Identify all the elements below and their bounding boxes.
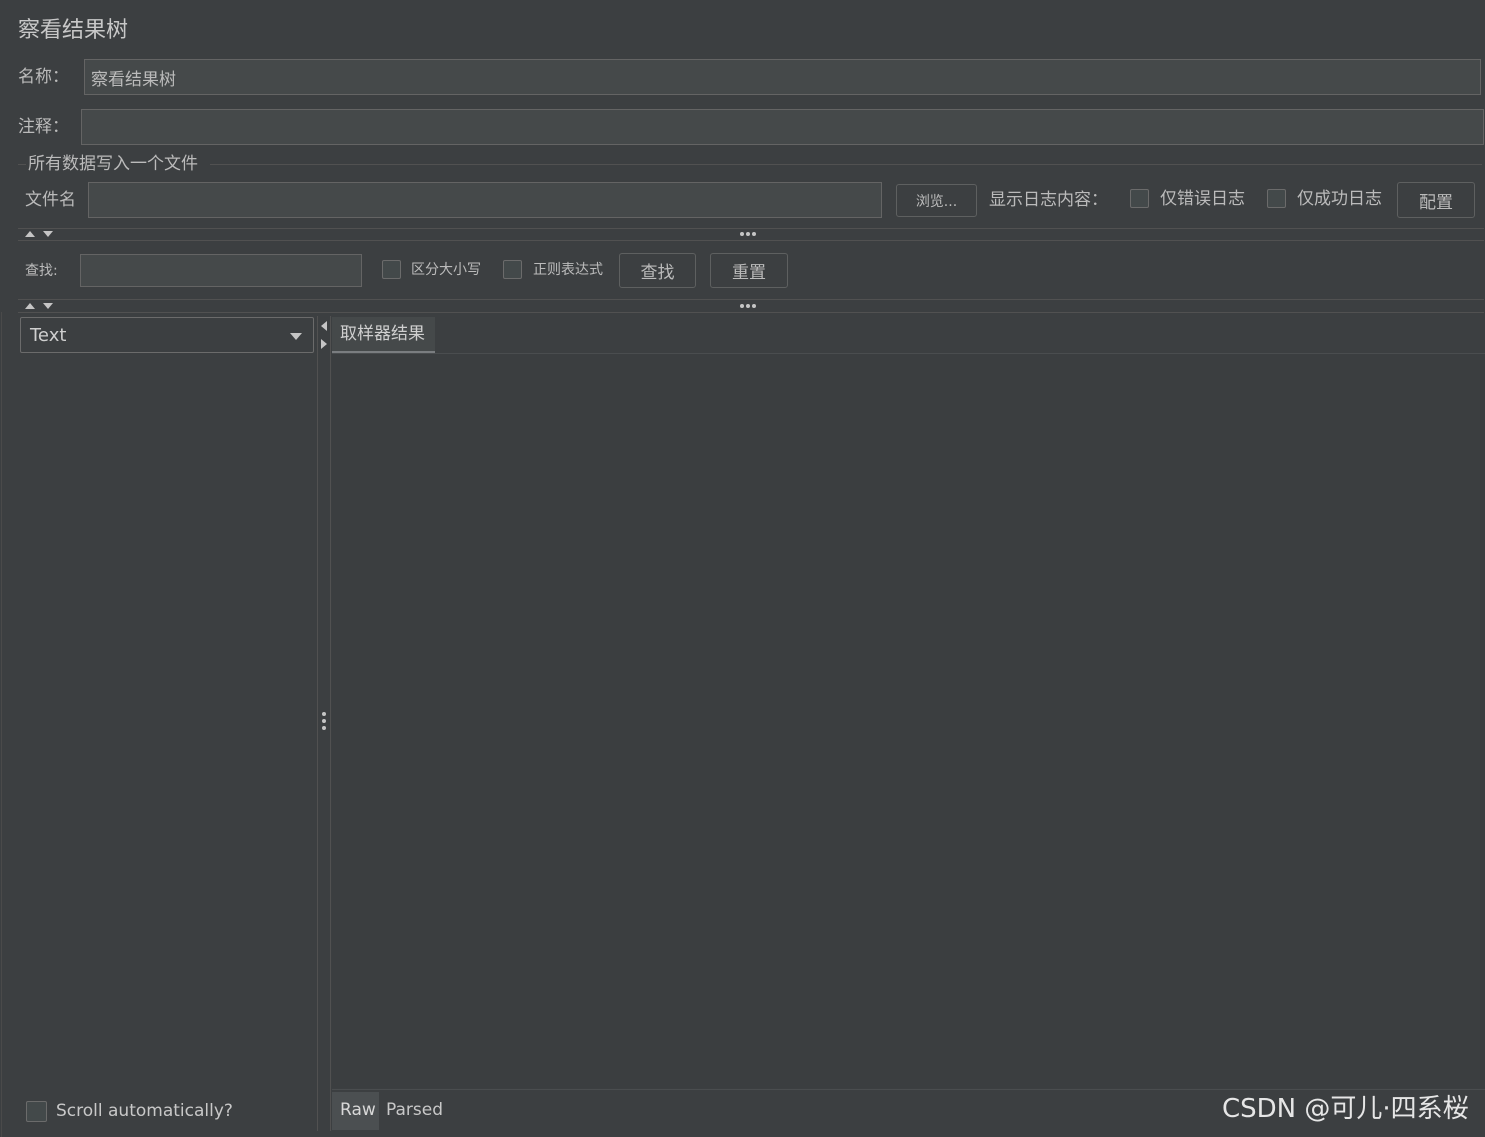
left-pane-left-border xyxy=(1,312,2,1137)
bottom-tabs-line xyxy=(332,1089,1485,1090)
splitter-1-grip-icon[interactable] xyxy=(740,232,756,236)
vertical-splitter-arrows[interactable] xyxy=(321,321,327,349)
comment-input[interactable] xyxy=(82,110,1483,144)
search-field-box xyxy=(80,254,362,287)
chevron-down-icon xyxy=(290,333,302,340)
collapse-left-icon[interactable] xyxy=(321,321,327,331)
splitter-2-bottom-line xyxy=(18,312,1484,313)
log-display-label: 显示日志内容： xyxy=(989,190,1108,210)
comment-label: 注释： xyxy=(18,117,69,137)
watermark: CSDN @可儿·四系桜 xyxy=(1222,1094,1469,1124)
vertical-splitter-grip-icon[interactable] xyxy=(322,712,326,730)
tab-raw[interactable]: Raw xyxy=(332,1092,379,1130)
collapse-right-icon[interactable] xyxy=(321,339,327,349)
comment-field-box xyxy=(81,109,1484,145)
splitter-2-grip-icon[interactable] xyxy=(740,304,756,308)
collapse-down-icon-2[interactable] xyxy=(43,303,53,309)
splitter-1-top-line xyxy=(18,228,1484,229)
errors-only-checkbox[interactable] xyxy=(1130,189,1149,208)
file-section-border-left xyxy=(18,164,26,165)
filename-field-box xyxy=(88,182,882,218)
results-pane-left-border xyxy=(330,316,331,1131)
search-label: 查找: xyxy=(25,263,58,279)
filename-input[interactable] xyxy=(89,183,881,217)
splitter-1-bottom-line xyxy=(18,240,1484,241)
name-field-box xyxy=(84,59,1481,95)
scroll-auto-label: Scroll automatically? xyxy=(56,1101,233,1121)
name-label: 名称： xyxy=(18,67,69,87)
tab-sampler-result[interactable]: 取样器结果 xyxy=(332,317,435,354)
name-input[interactable] xyxy=(85,60,1480,94)
case-sensitive-label: 区分大小写 xyxy=(411,262,481,278)
collapse-up-icon[interactable] xyxy=(25,231,35,237)
scroll-auto-checkbox[interactable] xyxy=(26,1101,47,1122)
splitter-1-arrows[interactable] xyxy=(25,231,53,237)
tab-sampler-result-label: 取样器结果 xyxy=(340,324,425,344)
renderer-select[interactable]: Text xyxy=(20,317,314,353)
renderer-selected-value: Text xyxy=(30,325,67,346)
case-sensitive-checkbox[interactable] xyxy=(382,260,401,279)
regex-checkbox[interactable] xyxy=(503,260,522,279)
file-section-border-right xyxy=(210,164,1482,165)
panel-title: 察看结果树 xyxy=(18,18,129,43)
configure-button[interactable]: 配置 xyxy=(1397,182,1475,218)
reset-button[interactable]: 重置 xyxy=(710,253,788,288)
browse-button[interactable]: 浏览... xyxy=(896,184,977,217)
find-button[interactable]: 查找 xyxy=(619,253,696,288)
success-only-label: 仅成功日志 xyxy=(1297,189,1382,209)
regex-label: 正则表达式 xyxy=(533,262,603,278)
errors-only-label: 仅错误日志 xyxy=(1160,189,1245,209)
collapse-up-icon-2[interactable] xyxy=(25,303,35,309)
splitter-2-arrows[interactable] xyxy=(25,303,53,309)
splitter-2-top-line xyxy=(18,299,1484,300)
tab-raw-label: Raw xyxy=(340,1100,376,1120)
vertical-splitter-line xyxy=(317,316,318,1131)
file-section-legend: 所有数据写入一个文件 xyxy=(28,154,198,174)
search-input[interactable] xyxy=(81,255,361,286)
success-only-checkbox[interactable] xyxy=(1267,189,1286,208)
tab-parsed-label[interactable]: Parsed xyxy=(386,1102,443,1119)
results-content-area xyxy=(332,354,1485,1088)
filename-label: 文件名 xyxy=(25,190,76,210)
collapse-down-icon[interactable] xyxy=(43,231,53,237)
